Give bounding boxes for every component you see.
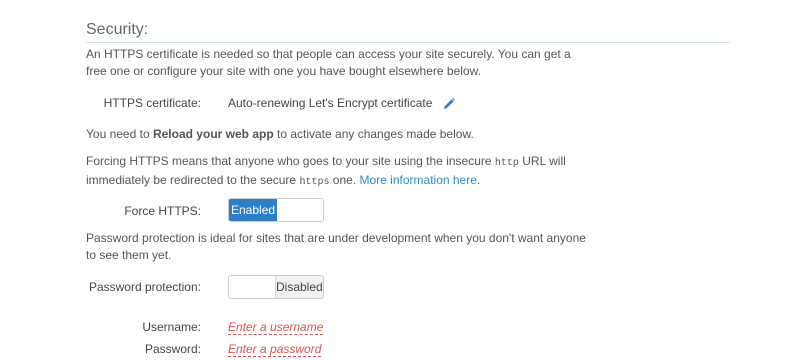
password-protection-toggle[interactable]: Disabled xyxy=(228,275,324,299)
username-label: Username: xyxy=(142,320,201,334)
password-protection-explanation: Password protection is ideal for sites t… xyxy=(86,231,586,262)
reload-note-emphasis: Reload your web app xyxy=(152,127,274,141)
https-certificate-value-row: Auto-renewing Let's Encrypt certificate xyxy=(228,96,456,111)
password-protection-state: Disabled xyxy=(275,276,323,298)
section-divider xyxy=(86,42,730,43)
force-https-label: Force HTTPS: xyxy=(124,204,201,218)
password-protection-label: Password protection: xyxy=(88,280,201,294)
http-code: http xyxy=(494,158,519,169)
https-code: https xyxy=(299,177,330,188)
https-certificate-value: Auto-renewing Let's Encrypt certificate xyxy=(228,96,433,110)
reload-note-prefix: You need to xyxy=(86,127,153,141)
username-field[interactable]: Enter a username xyxy=(228,320,324,335)
force-note-text-3: one. xyxy=(329,173,360,187)
reload-note-suffix: to activate any changes made below. xyxy=(273,127,474,141)
https-certificate-label: HTTPS certificate: xyxy=(103,96,201,110)
force-https-state: Enabled xyxy=(229,199,277,221)
pencil-icon[interactable] xyxy=(442,97,456,111)
force-https-toggle[interactable]: Enabled xyxy=(228,198,324,222)
force-https-explanation: Forcing HTTPS means that anyone who goes… xyxy=(86,153,586,191)
reload-note: You need to Reload your web app to activ… xyxy=(86,126,586,143)
https-intro-text: An HTTPS certificate is needed so that p… xyxy=(86,47,571,78)
password-field[interactable]: Enter a password xyxy=(228,342,322,357)
more-information-link[interactable]: More information here xyxy=(360,173,477,187)
password-label: Password: xyxy=(144,342,201,356)
force-note-text-4: . xyxy=(476,173,481,187)
section-title: Security: xyxy=(86,21,149,38)
force-note-text-1: Forcing HTTPS means that anyone who goes… xyxy=(86,154,495,168)
